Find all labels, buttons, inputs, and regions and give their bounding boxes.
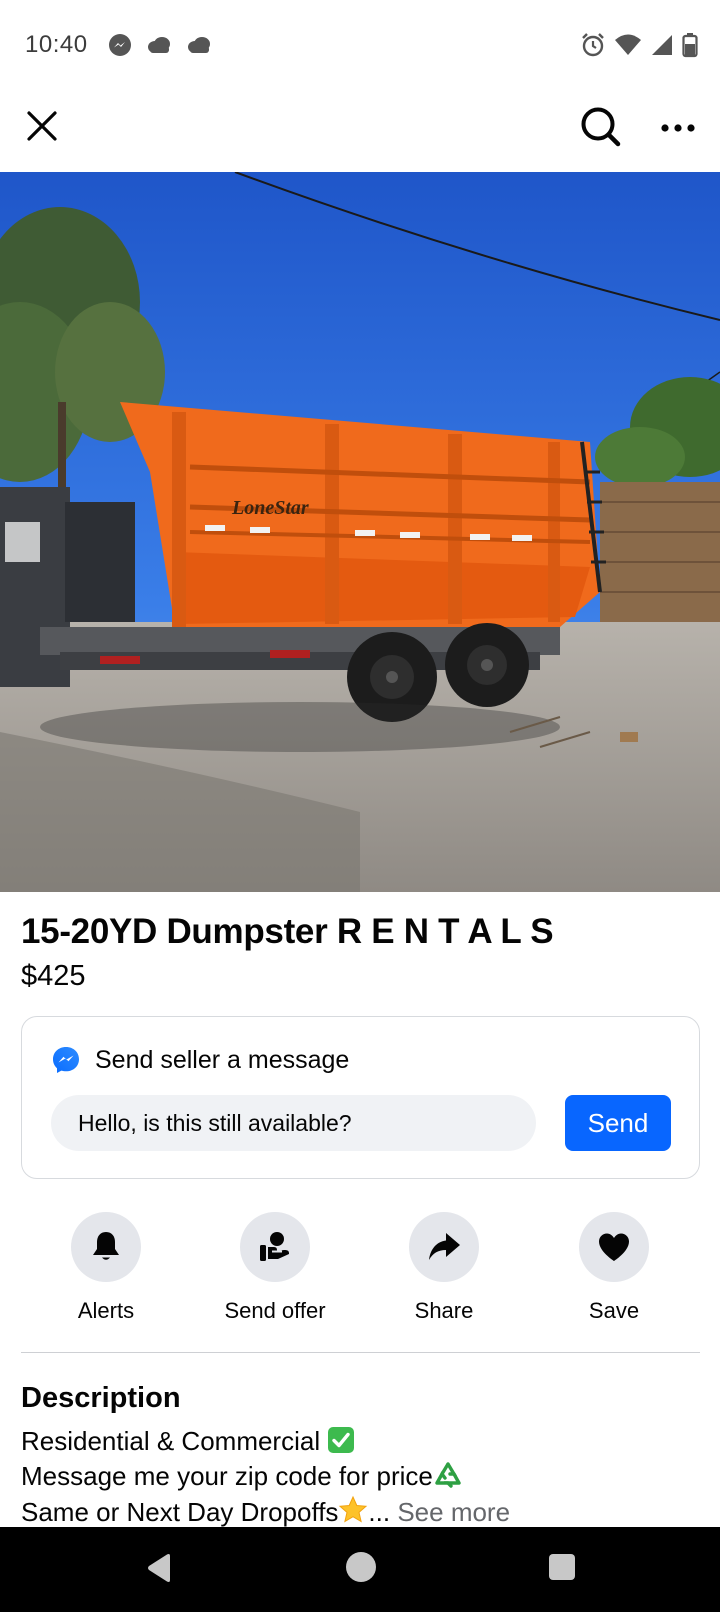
send-button[interactable]: Send	[565, 1095, 671, 1151]
top-app-bar	[0, 90, 720, 172]
bell-icon	[93, 1232, 119, 1260]
cloud-icon	[148, 37, 170, 53]
back-icon[interactable]	[146, 1553, 172, 1583]
description-heading: Description	[21, 1382, 181, 1414]
wifi-icon	[615, 34, 641, 55]
description-text: Residential & Commercial	[21, 1426, 321, 1456]
listing-title: 15-20YD Dumpster R E N T A L S	[21, 912, 554, 951]
description-ellipsis: ...	[368, 1497, 391, 1527]
more-icon	[661, 124, 695, 132]
cloud-icon	[188, 37, 210, 53]
message-card-header: Send seller a message	[51, 1045, 349, 1075]
home-icon[interactable]	[346, 1552, 376, 1582]
description-text: Message me your zip code for price	[21, 1461, 433, 1491]
alerts-circle[interactable]	[71, 1212, 141, 1282]
save-label: Save	[588, 1298, 640, 1323]
battery-icon	[682, 33, 698, 58]
alerts-button[interactable]: Alerts	[26, 1212, 186, 1324]
description-line: Residential & Commercial	[21, 1426, 355, 1461]
share-label: Share	[414, 1298, 474, 1323]
description-text: Same or Next Day Dropoffs	[21, 1497, 339, 1527]
see-more-link[interactable]: See more	[397, 1497, 510, 1527]
messenger-icon	[109, 34, 131, 56]
action-buttons: Alerts Send offer Share Save	[0, 1212, 720, 1332]
notification-icons	[108, 33, 212, 57]
more-options-button[interactable]	[656, 110, 700, 146]
message-input[interactable]: Hello, is this still available?	[51, 1095, 536, 1151]
send-offer-button[interactable]: Send offer	[195, 1212, 355, 1324]
save-circle[interactable]	[579, 1212, 649, 1282]
recents-icon[interactable]	[549, 1554, 575, 1580]
description-line: Message me your zip code for price	[21, 1461, 463, 1496]
alarm-icon	[582, 33, 604, 57]
share-icon	[429, 1233, 460, 1260]
offer-icon	[260, 1232, 289, 1261]
messenger-icon	[53, 1047, 79, 1073]
send-offer-circle[interactable]	[240, 1212, 310, 1282]
system-navigation-bar	[0, 1527, 720, 1612]
divider	[21, 1352, 700, 1353]
share-circle[interactable]	[409, 1212, 479, 1282]
system-icons	[580, 32, 698, 58]
listing-price: $425	[21, 960, 86, 992]
recycle-icon	[433, 1461, 463, 1496]
save-button[interactable]: Save	[534, 1212, 694, 1324]
search-icon	[581, 107, 621, 147]
message-card-heading: Send seller a message	[95, 1045, 350, 1074]
send-offer-label: Send offer	[224, 1298, 326, 1323]
close-button[interactable]	[22, 106, 62, 146]
alerts-label: Alerts	[77, 1298, 135, 1323]
status-time: 10:40	[25, 31, 88, 58]
dumpster-brand-text: LoneStar	[231, 497, 309, 519]
heart-icon	[599, 1233, 629, 1261]
search-button[interactable]	[578, 104, 624, 150]
status-bar: 10:40	[0, 0, 720, 90]
message-seller-card: Send seller a message Hello, is this sti…	[21, 1016, 700, 1179]
signal-icon	[652, 35, 672, 55]
close-icon	[27, 111, 57, 141]
dumpster-trailer-image: LoneStar	[0, 172, 720, 892]
listing-photo[interactable]: LoneStar	[0, 172, 720, 892]
share-button[interactable]: Share	[364, 1212, 524, 1324]
check-mark-icon	[327, 1426, 355, 1461]
